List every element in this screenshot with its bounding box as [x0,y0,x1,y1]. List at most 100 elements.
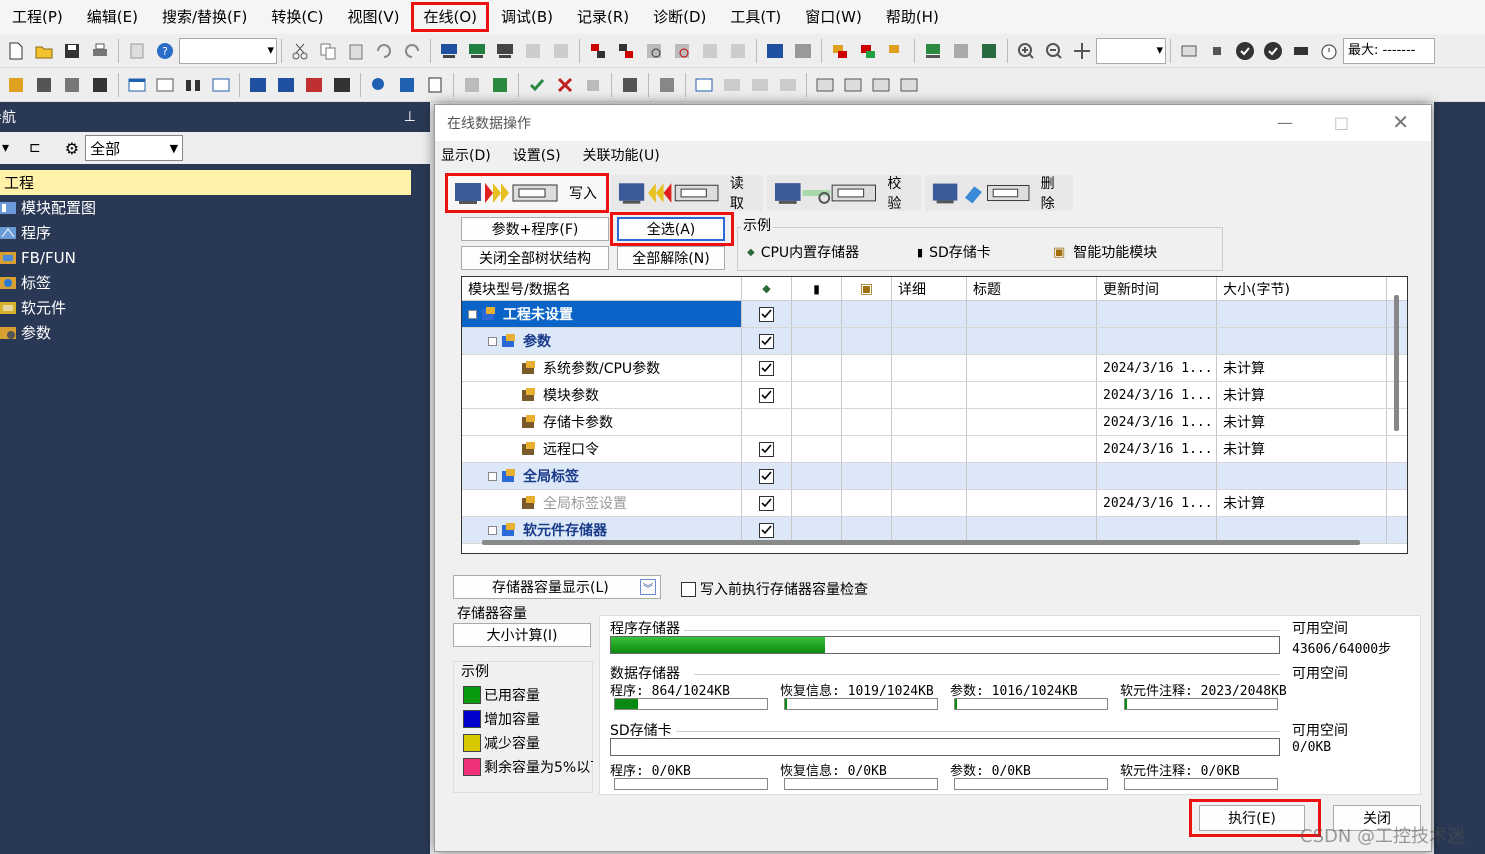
layout-icon-1[interactable] [814,74,836,96]
filter-select[interactable]: 全部 ▼ [85,135,184,161]
undo-icon[interactable] [373,40,395,62]
block-icon-2[interactable] [489,74,511,96]
ladder-icon-1[interactable] [5,74,27,96]
window-tool-icon-1[interactable] [693,74,715,96]
monitor-write-icon[interactable] [727,40,749,62]
check-circle-icon[interactable] [1234,40,1256,62]
check-circle-icon-2[interactable] [1262,40,1284,62]
stop-icon[interactable] [1206,40,1228,62]
watch-icon-1[interactable] [829,40,851,62]
menu-diagnostics[interactable]: 诊断(D) [641,2,718,32]
redo-icon[interactable] [401,40,423,62]
ladder-icon-3[interactable] [61,74,83,96]
window-tool-icon-3[interactable] [749,74,771,96]
help-icon[interactable]: ? [154,40,176,62]
menu-help[interactable]: 帮助(H) [874,2,951,32]
table-row[interactable]: 存储卡参数 2024/3/16 1... 未计算 [462,409,1407,436]
layout-icon-4[interactable] [898,74,920,96]
device-write-icon[interactable] [466,40,488,62]
print-icon[interactable] [89,40,111,62]
row-checkbox[interactable] [759,441,774,457]
menu-project[interactable]: 工程(P) [0,2,75,32]
table-row[interactable]: 远程口令 2024/3/16 1... 未计算 [462,436,1407,463]
dev-tool-icon-3[interactable] [303,74,325,96]
window-tool-icon-4[interactable] [777,74,799,96]
table-row[interactable]: 全局标签 [462,463,1407,490]
monitor-stop-icon[interactable] [699,40,721,62]
cross-tool-icon[interactable] [554,74,576,96]
nav-item-fb-fun[interactable]: FB/FUN [0,245,430,270]
dev-icon-1[interactable] [764,40,786,62]
table-row[interactable]: 参数 [462,328,1407,355]
watch-icon-3[interactable] [885,40,907,62]
trace-icon[interactable] [656,74,678,96]
table-row[interactable]: 模块参数 2024/3/16 1... 未计算 [462,382,1407,409]
pin-icon[interactable]: ⊥ [404,109,416,125]
menu-debug[interactable]: 调试(B) [489,2,565,32]
binoculars-icon[interactable] [182,74,204,96]
scan-icon[interactable] [1290,40,1312,62]
row-checkbox[interactable] [759,360,774,376]
replace-tool-icon[interactable] [396,74,418,96]
table-row[interactable]: 全局标签设置 2024/3/16 1... 未计算 [462,490,1407,517]
row-checkbox[interactable] [759,333,774,349]
cut-icon[interactable] [289,40,311,62]
window-tool-icon-2[interactable] [721,74,743,96]
zoom-in-icon[interactable] [1015,40,1037,62]
tree-expander-icon[interactable] [468,309,477,319]
tree-icon[interactable]: ⊏ [29,140,41,156]
nav-item-device[interactable]: 软元件 [0,295,430,320]
close-icon[interactable]: ✕ [1392,110,1409,134]
tree-expander-icon[interactable] [488,471,497,481]
monitor-icon[interactable] [671,40,693,62]
new-file-icon[interactable] [5,40,27,62]
module-icon-2[interactable] [950,40,972,62]
dev-tool-icon-2[interactable] [275,74,297,96]
save-icon[interactable] [61,40,83,62]
row-checkbox[interactable] [759,306,774,322]
menu-edit[interactable]: 编辑(E) [75,2,150,32]
zoom-combo[interactable]: ▾ [1096,37,1166,64]
write-plc-icon[interactable] [587,40,609,62]
block-icon-1[interactable] [461,74,483,96]
view-icon[interactable]: ▾ [2,140,9,156]
tab-verify[interactable]: 校验 [767,175,921,212]
ladder-icon-2[interactable] [33,74,55,96]
tab-write[interactable]: 写入 [445,173,609,213]
row-checkbox[interactable] [759,522,774,538]
vertical-scrollbar[interactable] [1394,295,1399,431]
maximize-icon[interactable]: □ [1334,113,1349,132]
device-compare-icon[interactable] [522,40,544,62]
simulator-icon[interactable] [619,74,641,96]
menu-view[interactable]: 视图(V) [336,2,412,32]
timer-icon[interactable] [1318,40,1340,62]
dev-tool-icon-1[interactable] [247,74,269,96]
gear-icon[interactable]: ⚙ [65,139,79,158]
table-row[interactable]: 工程未设置 [462,301,1407,328]
paste-icon[interactable] [345,40,367,62]
size-calc-button[interactable]: 大小计算(I) [453,623,591,647]
dev-icon-2[interactable] [792,40,814,62]
table-row[interactable]: 系统参数/CPU参数 2024/3/16 1... 未计算 [462,355,1407,382]
precheck-option[interactable]: 写入前执行存储器容量检查 [681,579,868,599]
fit-icon[interactable] [1071,40,1093,62]
device-search-icon[interactable] [438,40,460,62]
nav-item-parameter[interactable]: 参数 [0,320,430,345]
minimize-icon[interactable]: — [1277,113,1293,132]
layout-icon-3[interactable] [870,74,892,96]
device-read-icon[interactable] [494,40,516,62]
window-icon-2[interactable] [154,74,176,96]
row-checkbox[interactable] [759,468,774,484]
ladder-icon-4[interactable] [89,74,111,96]
row-checkbox[interactable] [759,495,774,511]
nav-item-program[interactable]: 程序 [0,220,430,245]
hand-tool-icon[interactable] [582,74,604,96]
close-all-tree-button[interactable]: 关闭全部树状结构 [461,246,609,270]
read-plc-icon[interactable] [615,40,637,62]
list-tool-icon[interactable] [424,74,446,96]
window-icon-1[interactable] [126,74,148,96]
deselect-all-button[interactable]: 全部解除(N) [617,246,725,270]
module-icon-3[interactable] [978,40,1000,62]
open-folder-icon[interactable] [33,40,55,62]
copy-icon[interactable] [317,40,339,62]
